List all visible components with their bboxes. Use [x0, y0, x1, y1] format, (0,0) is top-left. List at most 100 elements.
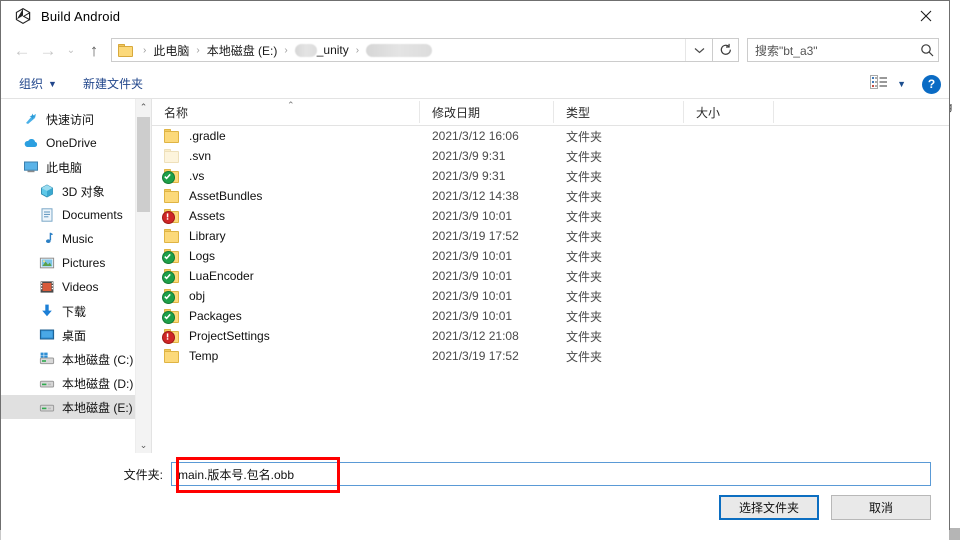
table-row[interactable]: .svn 2021/3/9 9:31 文件夹 — [152, 146, 949, 166]
address-bar[interactable]: › 此电脑 › 本地磁盘 (E:) › _unity › — [111, 38, 713, 62]
sidebar-item-5[interactable]: Music — [1, 227, 151, 251]
file-name-label: Logs — [189, 249, 216, 263]
sidebar-item-label: 本地磁盘 (E:) — [62, 400, 133, 415]
sidebar-item-9[interactable]: 桌面 — [1, 323, 151, 347]
file-name-cell: AssetBundles — [152, 189, 420, 203]
sidebar-item-2[interactable]: 此电脑 — [1, 155, 151, 179]
videos-film-icon — [39, 279, 55, 295]
table-row[interactable]: Assets 2021/3/9 10:01 文件夹 — [152, 206, 949, 226]
table-row[interactable]: Packages 2021/3/9 10:01 文件夹 — [152, 306, 949, 326]
sidebar-item-0[interactable]: 快速访问 — [1, 107, 151, 131]
file-name-cell: obj — [152, 289, 420, 304]
svn-normal-overlay-icon — [162, 311, 175, 324]
folder-icon — [164, 189, 180, 203]
table-row[interactable]: ProjectSettings 2021/3/12 21:08 文件夹 — [152, 326, 949, 346]
column-header-1[interactable]: 修改日期 — [420, 101, 554, 123]
file-name-label: AssetBundles — [189, 189, 263, 203]
file-name-cell: Packages — [152, 309, 420, 324]
svn-modified-overlay-icon — [162, 211, 175, 224]
svn-modified-overlay-icon — [162, 331, 175, 344]
new-folder-button[interactable]: 新建文件夹 — [83, 75, 143, 92]
file-type-cell: 文件夹 — [566, 249, 603, 264]
up-button[interactable]: ↑ — [81, 37, 107, 63]
breadcrumb-separator: › — [143, 44, 147, 56]
file-date-cell: 2021/3/9 10:01 — [432, 249, 513, 263]
windows-drive-icon — [39, 351, 55, 367]
drive-icon — [39, 399, 55, 415]
file-type-cell: 文件夹 — [566, 149, 603, 164]
file-name-label: Assets — [189, 209, 226, 223]
forward-arrow-icon: → — [39, 40, 57, 60]
new-folder-label: 新建文件夹 — [82, 77, 143, 91]
file-type-cell: 文件夹 — [566, 209, 603, 224]
forward-button[interactable]: → — [35, 37, 61, 63]
table-row[interactable]: LuaEncoder 2021/3/9 10:01 文件夹 — [152, 266, 949, 286]
file-type-cell: 文件夹 — [566, 229, 603, 244]
sidebar-item-11[interactable]: 本地磁盘 (D:) — [1, 371, 151, 395]
file-date-cell: 2021/3/9 9:31 — [432, 149, 506, 163]
sidebar-item-10[interactable]: 本地磁盘 (C:) — [1, 347, 151, 371]
file-date-cell: 2021/3/12 21:08 — [432, 329, 519, 343]
command-bar-right: ▼ ? — [870, 69, 941, 99]
folder-icon — [162, 269, 180, 284]
svn-normal-overlay-icon — [162, 271, 175, 284]
file-name-cell: .svn — [152, 149, 420, 163]
sidebar-item-label: OneDrive — [46, 136, 97, 150]
svn-normal-overlay-icon — [162, 291, 175, 304]
cancel-button[interactable]: 取消 — [831, 495, 931, 520]
redacted-text — [366, 43, 433, 57]
file-name-cell: ProjectSettings — [152, 329, 420, 344]
table-row[interactable]: Library 2021/3/19 17:52 文件夹 — [152, 226, 949, 246]
search-input[interactable]: 搜索"bt_a3" — [747, 38, 939, 62]
table-row[interactable]: Logs 2021/3/9 10:01 文件夹 — [152, 246, 949, 266]
scroll-up-icon[interactable]: ⌃ — [136, 99, 151, 115]
dialog-body: 快速访问 OneDrive 此电脑 3D 对象 Documents Music Pictur… — [1, 99, 949, 453]
sidebar-item-6[interactable]: Pictures — [1, 251, 151, 275]
sidebar-item-3[interactable]: 3D 对象 — [1, 179, 151, 203]
column-header-2[interactable]: 类型 — [554, 101, 684, 123]
recent-locations-button[interactable]: ⌄ — [61, 37, 81, 63]
table-row[interactable]: obj 2021/3/9 10:01 文件夹 — [152, 286, 949, 306]
chevron-down-icon: ▼ — [897, 79, 906, 89]
sidebar-item-4[interactable]: Documents — [1, 203, 151, 227]
breadcrumb-item-current[interactable] — [364, 43, 434, 57]
sidebar-item-8[interactable]: 下载 — [1, 299, 151, 323]
breadcrumb-item-drive-e[interactable]: 本地磁盘 (E:) — [205, 42, 280, 59]
address-dropdown-button[interactable] — [685, 39, 712, 61]
breadcrumb-item-unity[interactable]: _unity — [293, 43, 351, 57]
file-name-label: Temp — [189, 349, 219, 363]
file-date-cell: 2021/3/9 10:01 — [432, 289, 513, 303]
file-date-cell: 2021/3/9 9:31 — [432, 169, 506, 183]
filename-input[interactable]: main.版本号.包名.obb — [171, 462, 931, 486]
music-note-icon — [39, 231, 55, 247]
breadcrumb-separator: › — [284, 44, 288, 56]
view-options-icon — [870, 74, 888, 94]
table-row[interactable]: AssetBundles 2021/3/12 14:38 文件夹 — [152, 186, 949, 206]
sidebar-item-1[interactable]: OneDrive — [1, 131, 151, 155]
folder-icon — [164, 349, 180, 363]
back-button[interactable]: ← — [9, 37, 35, 63]
table-row[interactable]: .gradle 2021/3/12 16:06 文件夹 — [152, 126, 949, 146]
scroll-down-icon[interactable]: ⌄ — [136, 437, 151, 453]
sidebar-item-12[interactable]: 本地磁盘 (E:) — [1, 395, 151, 419]
column-header-0[interactable]: 名称 — [152, 101, 420, 123]
sidebar-item-label: Documents — [62, 208, 123, 222]
file-type-cell: 文件夹 — [566, 129, 603, 144]
refresh-button[interactable] — [713, 38, 739, 62]
scrollbar-thumb[interactable] — [137, 117, 150, 212]
sidebar-item-label: 桌面 — [62, 328, 87, 343]
select-folder-button[interactable]: 选择文件夹 — [719, 495, 819, 520]
file-name-cell: LuaEncoder — [152, 269, 420, 284]
breadcrumb-item-this-pc[interactable]: 此电脑 — [151, 42, 191, 59]
view-options-button[interactable]: ▼ — [870, 74, 906, 94]
close-icon[interactable] — [903, 1, 949, 31]
help-button[interactable]: ? — [922, 74, 941, 94]
sidebar-item-label: 本地磁盘 (D:) — [62, 376, 134, 391]
folder-icon — [118, 43, 134, 57]
sidebar-item-7[interactable]: Videos — [1, 275, 151, 299]
sidebar-scrollbar[interactable]: ⌃ ⌄ — [135, 99, 151, 453]
column-header-3[interactable]: 大小 — [684, 101, 774, 123]
table-row[interactable]: Temp 2021/3/19 17:52 文件夹 — [152, 346, 949, 366]
organize-button[interactable]: 组织 ▼ — [19, 75, 57, 92]
table-row[interactable]: .vs 2021/3/9 9:31 文件夹 — [152, 166, 949, 186]
